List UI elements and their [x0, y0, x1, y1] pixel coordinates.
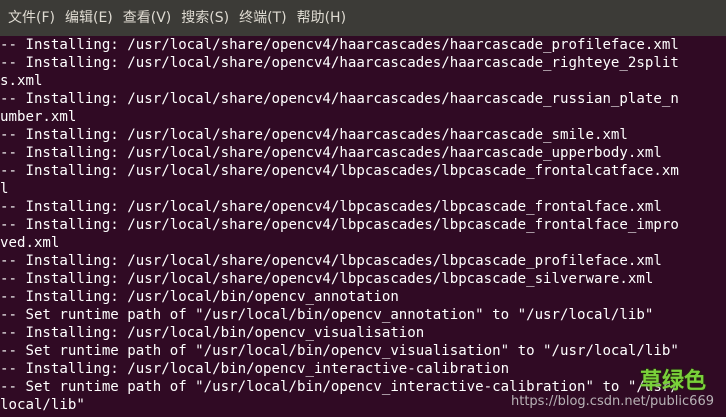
menu-bar: 文件(F) 编辑(E) 查看(V) 搜索(S) 终端(T) 帮助(H) — [0, 0, 726, 36]
menu-view[interactable]: 查看(V) — [118, 0, 177, 36]
terminal-line: -- Installing: /usr/local/share/opencv4/… — [0, 145, 662, 161]
terminal-window: 文件(F) 编辑(E) 查看(V) 搜索(S) 终端(T) 帮助(H) -- I… — [0, 0, 726, 417]
terminal-line: l — [0, 181, 9, 197]
terminal-line: -- Installing: /usr/local/share/opencv4/… — [0, 37, 679, 53]
terminal-output[interactable]: -- Installing: /usr/local/share/opencv4/… — [0, 36, 726, 417]
terminal-line: -- Installing: /usr/local/share/opencv4/… — [0, 271, 654, 287]
menu-file[interactable]: 文件(F) — [3, 0, 60, 36]
terminal-line: -- Installing: /usr/local/share/opencv4/… — [0, 253, 662, 269]
terminal-line: -- Installing: /usr/local/share/opencv4/… — [0, 217, 679, 233]
menu-search[interactable]: 搜索(S) — [176, 0, 234, 36]
terminal-line: -- Installing: /usr/local/share/opencv4/… — [0, 55, 679, 71]
terminal-line: -- Set runtime path of "/usr/local/bin/o… — [0, 343, 679, 359]
terminal-line: -- Installing: /usr/local/bin/opencv_vis… — [0, 325, 425, 341]
terminal-line: ved.xml — [0, 235, 60, 251]
terminal-line: umber.xml — [0, 109, 77, 125]
terminal-line: -- Installing: /usr/local/share/opencv4/… — [0, 127, 628, 143]
terminal-line: -- Installing: /usr/local/share/opencv4/… — [0, 91, 679, 107]
terminal-line: -- Installing: /usr/local/bin/opencv_ann… — [0, 289, 399, 305]
menu-terminal[interactable]: 终端(T) — [234, 0, 291, 36]
terminal-line: -- Installing: /usr/local/share/opencv4/… — [0, 163, 679, 179]
terminal-line: -- Set runtime path of "/usr/local/bin/o… — [0, 307, 654, 323]
watermark-brand: 草绿色 — [639, 369, 706, 394]
menu-edit[interactable]: 编辑(E) — [60, 0, 118, 36]
watermark-url: https://blog.csdn.net/public669 — [511, 394, 714, 409]
terminal-line: -- Installing: /usr/local/share/opencv4/… — [0, 199, 662, 215]
terminal-line: -- Installing: /usr/local/bin/opencv_int… — [0, 361, 510, 377]
menu-help[interactable]: 帮助(H) — [292, 0, 351, 36]
terminal-line: s.xml — [0, 73, 43, 89]
